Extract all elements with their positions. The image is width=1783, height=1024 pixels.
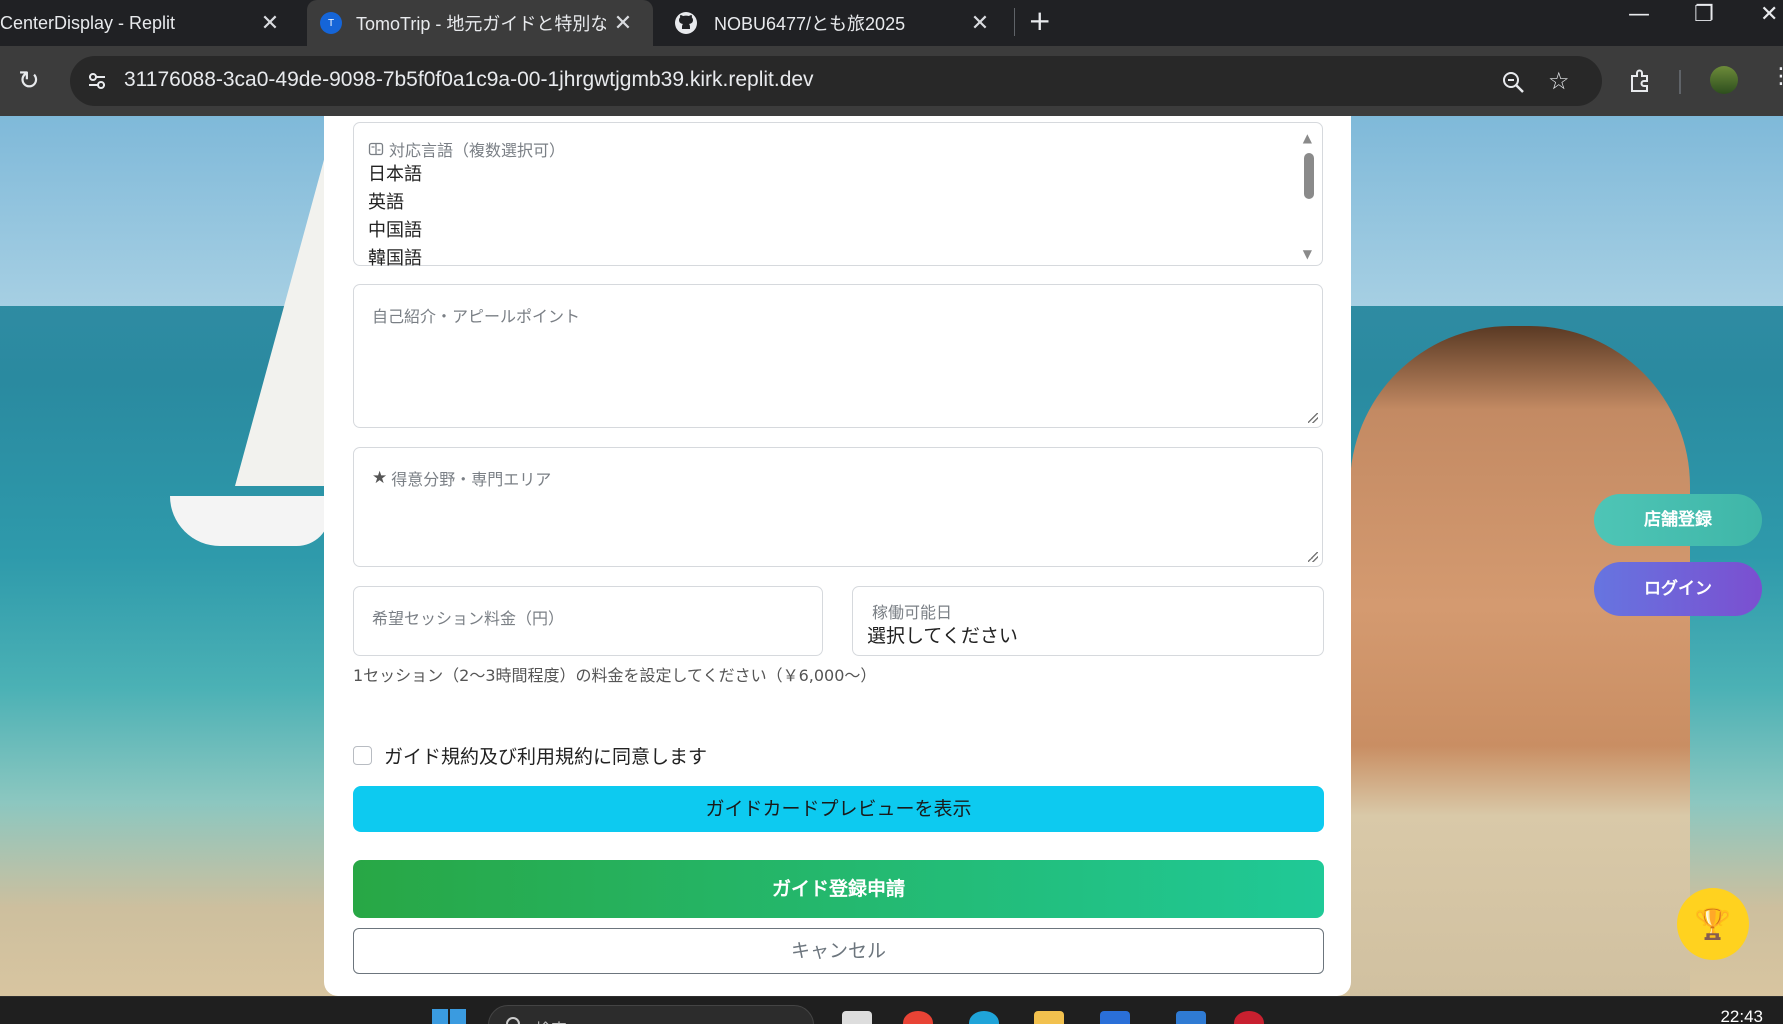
- profile-avatar[interactable]: [1710, 66, 1738, 94]
- preview-guide-card-button[interactable]: ガイドカードプレビューを表示: [353, 786, 1324, 832]
- scroll-down-arrow-icon[interactable]: ▼: [1303, 247, 1312, 261]
- taskbar-search-placeholder: 検索: [535, 1016, 567, 1024]
- new-tab-icon[interactable]: +: [1028, 4, 1051, 37]
- tab-divider: [1014, 8, 1015, 36]
- github-icon: [675, 12, 697, 34]
- language-option[interactable]: 中国語: [368, 217, 422, 245]
- app-icon[interactable]: [1234, 1011, 1264, 1024]
- login-button[interactable]: ログイン: [1594, 562, 1762, 616]
- page-background: 対応言語（複数選択可） 日本語 英語 中国語 韓国語 ▲ ▼ 自己紹介・アピール…: [0, 116, 1783, 996]
- session-fee-label: 希望セッション料金（円）: [372, 609, 565, 628]
- tab-centerdisplay[interactable]: CenterDisplay - Replit ✕: [0, 0, 300, 46]
- cancel-button[interactable]: キャンセル: [353, 928, 1324, 974]
- sailboat-sail: [235, 156, 325, 486]
- tab-github[interactable]: NOBU6477/とも旅2025 ✕: [660, 0, 1010, 46]
- search-icon: [506, 1017, 520, 1024]
- zoom-icon[interactable]: [1500, 69, 1526, 95]
- session-fee-input[interactable]: 希望セッション料金（円）: [353, 586, 823, 656]
- tab-title: TomoTrip - 地元ガイドと特別な旅: [356, 14, 606, 34]
- terms-checkbox[interactable]: [353, 746, 372, 765]
- trophy-icon[interactable]: 🏆: [1677, 888, 1749, 960]
- fee-hint-text: 1セッション（2〜3時間程度）の料金を設定してください（￥6,000〜）: [353, 666, 877, 685]
- language-option[interactable]: 日本語: [368, 161, 422, 189]
- close-icon[interactable]: ✕: [968, 10, 992, 36]
- guide-registration-modal: 対応言語（複数選択可） 日本語 英語 中国語 韓国語 ▲ ▼ 自己紹介・アピール…: [324, 116, 1351, 996]
- store-register-button[interactable]: 店舗登録: [1594, 494, 1762, 546]
- restore-icon[interactable]: ❐: [1694, 2, 1714, 27]
- language-option[interactable]: 韓国語: [368, 245, 422, 273]
- bookmark-star-icon[interactable]: ☆: [1548, 67, 1570, 95]
- taskbar-search[interactable]: 検索: [488, 1005, 814, 1024]
- self-intro-placeholder: 自己紹介・アピールポイント: [372, 307, 581, 326]
- self-intro-textarea[interactable]: 自己紹介・アピールポイント: [353, 284, 1323, 428]
- tab-bar: CenterDisplay - Replit ✕ T TomoTrip - 地元…: [0, 0, 1783, 46]
- star-icon: ★: [372, 468, 388, 488]
- windows-taskbar: 検索 22:43: [0, 996, 1783, 1024]
- browser-toolbar: ↻ 31176088-3ca0-49de-9098-7b5f0f0a1c9a-0…: [0, 46, 1783, 116]
- address-bar[interactable]: 31176088-3ca0-49de-9098-7b5f0f0a1c9a-00-…: [70, 56, 1602, 106]
- language-label: 対応言語（複数選択可）: [389, 141, 566, 160]
- availability-label: 稼働可能日: [872, 603, 953, 622]
- language-option[interactable]: 英語: [368, 189, 422, 217]
- minimize-icon[interactable]: —: [1628, 2, 1650, 27]
- file-icon[interactable]: [842, 1011, 872, 1024]
- tab-tomotrip[interactable]: T TomoTrip - 地元ガイドと特別な旅 ✕: [307, 0, 653, 46]
- resize-handle-icon[interactable]: [1308, 413, 1318, 423]
- language-select[interactable]: 対応言語（複数選択可） 日本語 英語 中国語 韓国語 ▲ ▼: [353, 122, 1323, 269]
- availability-value: 選択してください: [867, 625, 1018, 647]
- tab-title: CenterDisplay - Replit: [0, 12, 176, 33]
- language-options: 日本語 英語 中国語 韓国語: [368, 161, 422, 273]
- background-person: [1350, 326, 1690, 996]
- toolbar-divider: [1679, 70, 1681, 94]
- resize-handle-icon[interactable]: [1308, 552, 1318, 562]
- availability-select[interactable]: 稼働可能日 選択してください: [852, 586, 1324, 656]
- tab-title: NOBU6477/とも旅2025: [714, 14, 906, 34]
- reload-icon[interactable]: ↻: [18, 66, 40, 96]
- scrollbar-thumb[interactable]: [1304, 153, 1314, 199]
- windows-start-icon[interactable]: [432, 1009, 466, 1024]
- scroll-up-arrow-icon[interactable]: ▲: [1303, 131, 1312, 145]
- store-app-icon[interactable]: [1100, 1011, 1130, 1024]
- window-close-icon[interactable]: ✕: [1760, 2, 1778, 27]
- submit-guide-registration-button[interactable]: ガイド登録申請: [353, 860, 1324, 918]
- specialty-label: 得意分野・専門エリア: [391, 470, 552, 489]
- chrome-icon[interactable]: [903, 1011, 933, 1024]
- close-icon[interactable]: ✕: [258, 10, 282, 36]
- url-text[interactable]: 31176088-3ca0-49de-9098-7b5f0f0a1c9a-00-…: [124, 68, 814, 92]
- app-icon[interactable]: [1176, 1011, 1206, 1024]
- taskbar-clock: 22:43: [1720, 1007, 1763, 1024]
- terms-label[interactable]: ガイド規約及び利用規約に同意します: [384, 742, 707, 769]
- menu-icon[interactable]: ⋮: [1770, 64, 1783, 89]
- close-icon[interactable]: ✕: [611, 10, 635, 36]
- tomotrip-favicon-icon: T: [320, 12, 342, 34]
- site-settings-icon[interactable]: [86, 70, 108, 92]
- specialty-textarea[interactable]: ★ 得意分野・専門エリア: [353, 447, 1323, 567]
- edge-icon[interactable]: [969, 1011, 999, 1024]
- folder-icon[interactable]: [1034, 1011, 1064, 1024]
- translate-icon: [368, 142, 384, 156]
- extensions-icon[interactable]: [1628, 68, 1652, 94]
- sailboat-hull: [170, 496, 330, 546]
- terms-agreement[interactable]: ガイド規約及び利用規約に同意します: [353, 742, 707, 769]
